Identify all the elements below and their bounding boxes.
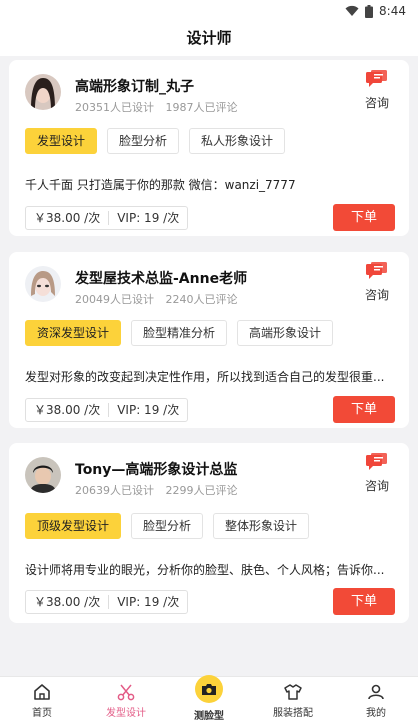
designer-stats: 20049人已设计 2240人已评论 xyxy=(75,291,246,307)
comment-count: 1987人已评论 xyxy=(165,101,238,114)
design-count: 20639人已设计 xyxy=(75,484,154,497)
comment-count: 2299人已评论 xyxy=(165,484,238,497)
avatar[interactable] xyxy=(25,457,61,493)
tag[interactable]: 脸型精准分析 xyxy=(131,320,228,346)
consult-button[interactable]: 咨询 xyxy=(359,70,395,111)
tag[interactable]: 私人形象设计 xyxy=(189,128,286,154)
chat-bubble-icon xyxy=(366,262,387,279)
consult-label: 咨询 xyxy=(364,96,389,110)
design-count: 20351人已设计 xyxy=(75,101,154,114)
wifi-icon xyxy=(345,5,359,16)
home-icon xyxy=(34,684,50,700)
designer-name: Tony—高端形象设计总监 xyxy=(75,462,238,478)
price: ￥38.00 /次 xyxy=(34,211,101,225)
consult-button[interactable]: 咨询 xyxy=(359,453,395,494)
order-button[interactable]: 下单 xyxy=(333,396,395,423)
user-icon xyxy=(368,684,384,700)
tag-list: 顶级发型设计 脸型分析 整体形象设计 xyxy=(25,513,310,539)
chat-bubble-icon xyxy=(366,453,387,470)
tab-label: 发型设计 xyxy=(106,708,146,719)
designer-card[interactable]: Tony—高端形象设计总监 20639人已设计 2299人已评论 咨询 顶级发型… xyxy=(9,443,409,623)
tag-list: 资深发型设计 脸型精准分析 高端形象设计 xyxy=(25,320,334,346)
tag-list: 发型设计 脸型分析 私人形象设计 xyxy=(25,128,286,154)
consult-button[interactable]: 咨询 xyxy=(359,262,395,303)
tab-outfit[interactable]: 服装搭配 xyxy=(251,677,335,720)
tag[interactable]: 资深发型设计 xyxy=(25,320,122,346)
tag[interactable]: 脸型分析 xyxy=(131,513,204,539)
designer-name: 发型屋技术总监-Anne老师 xyxy=(75,271,248,287)
designer-description: 千人千面 只打造属于你的那款 微信：wanzi_7777 xyxy=(25,178,296,192)
tag[interactable]: 发型设计 xyxy=(25,128,98,154)
comment-count: 2240人已评论 xyxy=(165,293,238,306)
order-button[interactable]: 下单 xyxy=(333,588,395,615)
consult-label: 咨询 xyxy=(364,479,389,493)
status-indicators: 8:44 xyxy=(345,4,406,18)
tag[interactable]: 高端形象设计 xyxy=(237,320,334,346)
tag[interactable]: 顶级发型设计 xyxy=(25,513,122,539)
designer-stats: 20639人已设计 2299人已评论 xyxy=(75,482,246,498)
status-bar: 8:44 xyxy=(0,0,418,24)
price-box: ￥38.00 /次 VIP: 19 /次 xyxy=(25,590,189,614)
tab-label: 测脸型 xyxy=(194,711,224,720)
battery-icon xyxy=(365,4,374,18)
tag[interactable]: 脸型分析 xyxy=(107,128,180,154)
status-time: 8:44 xyxy=(379,4,406,18)
price: ￥38.00 /次 xyxy=(34,403,101,417)
price-box: ￥38.00 /次 VIP: 19 /次 xyxy=(25,206,189,230)
avatar[interactable] xyxy=(25,74,61,110)
design-count: 20049人已设计 xyxy=(75,293,154,306)
app-header: 设计师 xyxy=(0,24,418,56)
tab-label: 首页 xyxy=(32,708,52,719)
designer-card[interactable]: 高端形象订制_丸子 20351人已设计 1987人已评论 咨询 发型设计 脸型分… xyxy=(9,60,409,236)
tab-home[interactable]: 首页 xyxy=(0,677,84,720)
page-title: 设计师 xyxy=(186,29,232,47)
tab-hair-design[interactable]: 发型设计 xyxy=(84,677,168,720)
designer-description: 发型对形象的改变起到决定性作用，所以找到适合自己的发型很重... xyxy=(25,370,385,384)
bottom-tab-bar: 首页 发型设计 测脸型 服装搭配 我的 xyxy=(0,675,418,720)
designer-card[interactable]: 发型屋技术总监-Anne老师 20049人已设计 2240人已评论 咨询 资深发… xyxy=(9,252,409,428)
camera-icon xyxy=(202,684,216,695)
chat-bubble-icon xyxy=(366,70,387,87)
shirt-icon xyxy=(284,684,302,700)
face-test-circle xyxy=(195,675,223,703)
tab-profile[interactable]: 我的 xyxy=(334,677,418,720)
designer-description: 设计师将用专业的眼光，分析你的脸型、肤色、个人风格；告诉你... xyxy=(25,563,385,577)
tab-label: 服装搭配 xyxy=(273,708,313,719)
vip-price: VIP: 19 /次 xyxy=(117,595,180,609)
vip-price: VIP: 19 /次 xyxy=(117,211,180,225)
order-button[interactable]: 下单 xyxy=(333,204,395,231)
scissors-icon xyxy=(117,684,135,701)
price: ￥38.00 /次 xyxy=(34,595,101,609)
tab-face-test[interactable]: 测脸型 xyxy=(167,675,251,720)
designer-stats: 20351人已设计 1987人已评论 xyxy=(75,99,246,115)
tag[interactable]: 整体形象设计 xyxy=(213,513,310,539)
vip-price: VIP: 19 /次 xyxy=(117,403,180,417)
consult-label: 咨询 xyxy=(364,288,389,302)
designer-name: 高端形象订制_丸子 xyxy=(75,79,194,95)
avatar[interactable] xyxy=(25,266,61,302)
tab-label: 我的 xyxy=(366,708,386,719)
price-box: ￥38.00 /次 VIP: 19 /次 xyxy=(25,398,189,422)
